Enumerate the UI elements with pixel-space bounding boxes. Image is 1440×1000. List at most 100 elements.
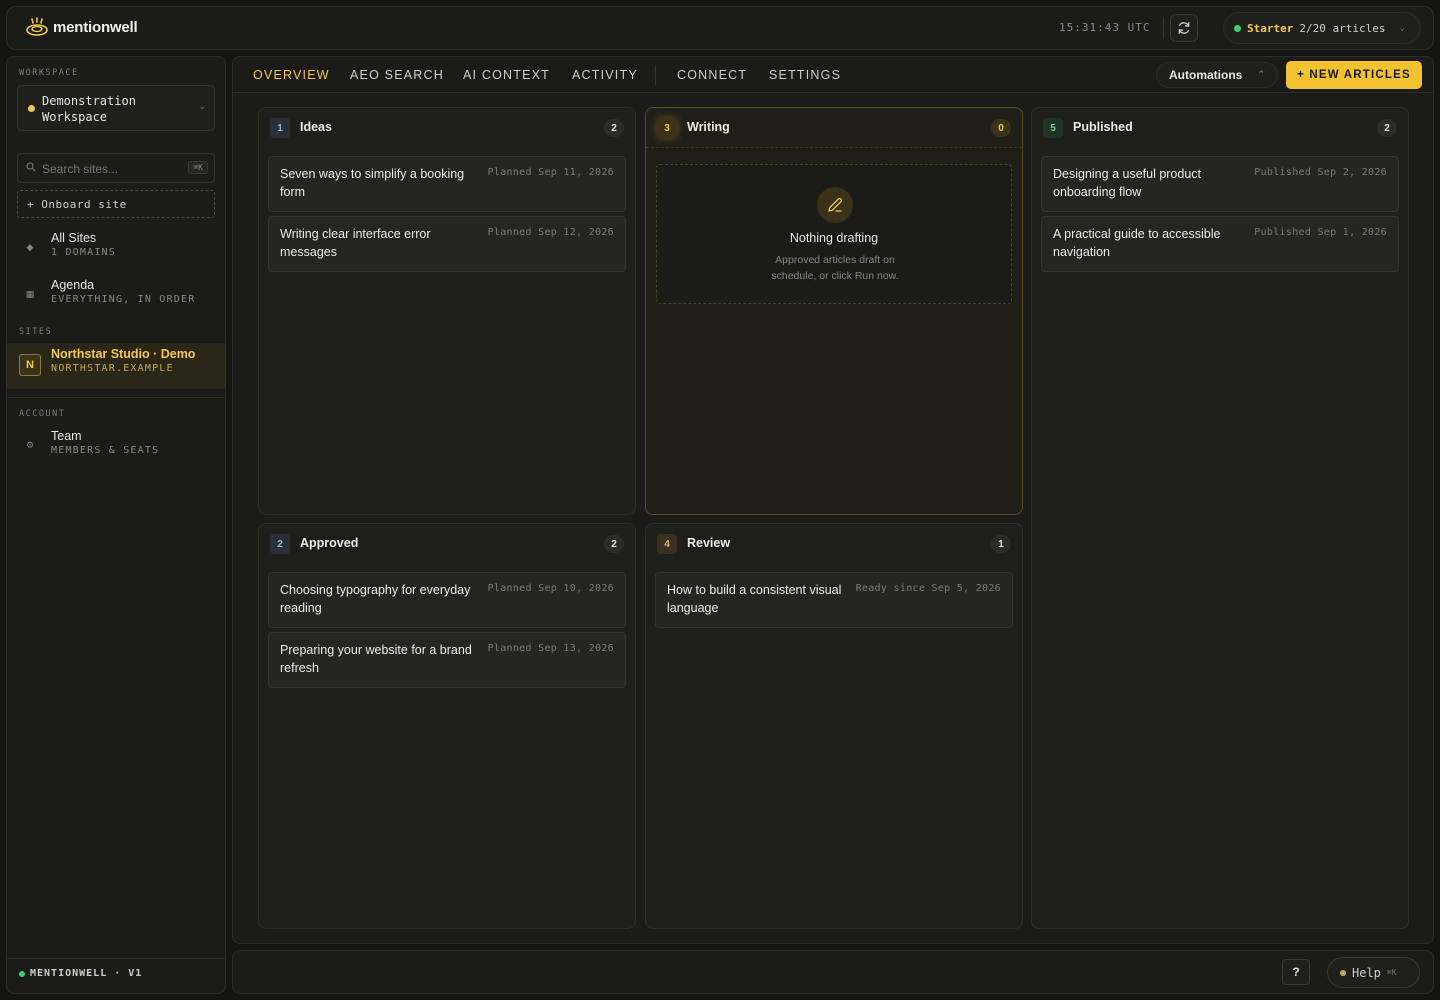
stage-number: 2 [270,534,290,554]
article-title: A practical guide to accessible navigati… [1053,227,1221,259]
article-card[interactable]: How to build a consistent visual languag… [655,572,1013,628]
utc-clock: 15:31:43 UTC [1059,21,1151,34]
column-title: Published [1073,120,1133,134]
onboard-site-button[interactable]: + Onboard site [17,190,215,218]
site-domain: NORTHSTAR.EXAMPLE [51,363,174,374]
nav-all-sites[interactable]: ◆ All Sites 1 DOMAINS [7,227,225,271]
plan-usage-pill[interactable]: Starter 2/20 articles ⌄ [1223,12,1421,44]
article-date: Published Sep 2, 2026 [1254,167,1387,178]
version-footer: MENTIONWELL · V1 [19,968,142,979]
nav-agenda[interactable]: ▦ Agenda EVERYTHING, IN ORDER [7,274,225,318]
column-title: Ideas [300,120,332,134]
help-label: Help [1352,965,1381,980]
article-card[interactable]: Choosing typography for everyday reading… [268,572,626,628]
nav-subtitle: MEMBERS & SEATS [51,445,160,456]
divider [655,65,656,85]
site-title: Northstar Studio · Demo [51,347,196,361]
article-card[interactable]: Writing clear interface error messages P… [268,216,626,272]
article-title: Preparing your website for a brand refre… [280,643,472,675]
empty-title: Nothing drafting [789,231,879,245]
column-header: 5 Published 2 [1032,108,1408,148]
chevron-down-icon: ⌄ [1399,23,1405,33]
column-count: 2 [604,119,624,137]
column-count: 1 [991,535,1011,553]
chevron-down-icon: ⌄ [198,101,206,111]
tab-bar: OVERVIEW AEO SEARCH AI CONTEXT ACTIVITY … [233,57,1433,93]
shortcuts-button[interactable]: ? [1282,959,1310,985]
nav-title: Agenda [51,278,95,292]
sites-label: SITES [19,327,53,337]
tab-connect[interactable]: CONNECT [677,68,747,82]
new-articles-button[interactable]: + NEW ARTICLES [1286,61,1422,89]
article-card[interactable]: Seven ways to simplify a booking form Pl… [268,156,626,212]
bottom-bar: ? Help ⌘K [232,950,1434,994]
tab-activity[interactable]: ACTIVITY [572,68,638,82]
empty-description: Approved articles draft on schedule, or … [771,254,899,282]
article-date: Planned Sep 11, 2026 [487,167,614,178]
article-card[interactable]: Designing a useful product onboarding fl… [1041,156,1399,212]
article-date: Planned Sep 12, 2026 [487,227,614,238]
refresh-button[interactable] [1170,14,1198,42]
chevron-up-icon: ⌃ [1257,69,1265,79]
column-header: 1 Ideas 2 [259,108,635,148]
article-title: Choosing typography for everyday reading [280,583,471,615]
plan-name: Starter [1247,21,1294,35]
workspace-label: WORKSPACE [19,68,79,78]
column-count: 2 [1377,119,1397,137]
column-count: 0 [991,119,1011,137]
tab-overview[interactable]: OVERVIEW [253,68,330,82]
logo-mark-icon [25,17,49,37]
plan-usage: 2/20 articles [1299,21,1386,35]
article-title: Designing a useful product onboarding fl… [1053,167,1202,199]
article-date: Ready since Sep 5, 2026 [855,583,1001,594]
team-icon: ⚙ [25,439,35,450]
calendar-icon: ▦ [25,288,35,299]
column-header: 4 Review 1 [646,524,1022,564]
article-title: Seven ways to simplify a booking form [280,167,465,199]
stage-number: 3 [657,118,677,138]
divider [7,958,225,959]
stage-number: 5 [1043,118,1063,138]
version-label: MENTIONWELL · V1 [30,968,143,979]
automations-button[interactable]: Automations ⌃ [1156,62,1278,88]
brand-logo[interactable]: mentionwell [25,17,138,37]
workspace-name: Demonstration Workspace [42,94,136,124]
tab-aeo-search[interactable]: AEO SEARCH [350,68,444,82]
nav-title: Team [51,429,82,443]
column-approved: 2 Approved 2 Choosing typography for eve… [258,523,636,929]
workspace-select[interactable]: Demonstration Workspace ⌄ [17,85,215,131]
divider [7,397,225,398]
article-title: Writing clear interface error messages [280,227,431,259]
status-dot [1234,24,1241,32]
empty-state: Nothing drafting Approved articles draft… [656,164,1012,304]
column-review: 4 Review 1 How to build a consistent vis… [645,523,1023,929]
column-ideas: 1 Ideas 2 Seven ways to simplify a booki… [258,107,636,515]
column-count: 2 [604,535,624,553]
column-published: 5 Published 2 Designing a useful product… [1031,107,1409,929]
article-card[interactable]: Preparing your website for a brand refre… [268,632,626,688]
workspace-dot [28,105,35,112]
divider [1163,17,1164,39]
nav-team[interactable]: ⚙ Team MEMBERS & SEATS [7,425,225,469]
column-header: 3 Writing 0 [646,108,1022,148]
nav-subtitle: EVERYTHING, IN ORDER [51,294,196,305]
column-writing: 3 Writing 0 Nothing drafting Approved ar… [645,107,1023,515]
search-placeholder: Search sites... [42,162,119,176]
column-title: Writing [687,120,730,134]
tab-settings[interactable]: SETTINGS [769,68,841,82]
diamond-icon: ◆ [26,241,34,252]
refresh-icon [1178,22,1190,34]
article-card[interactable]: A practical guide to accessible navigati… [1041,216,1399,272]
help-dot [1340,969,1346,976]
help-shortcut: ⌘K [1386,968,1397,977]
search-sites-input[interactable]: Search sites... ⌘K [17,153,215,183]
article-date: Published Sep 1, 2026 [1254,227,1387,238]
column-header: 2 Approved 2 [259,524,635,564]
search-shortcut: ⌘K [188,161,208,174]
site-northstar[interactable]: N Northstar Studio · Demo NORTHSTAR.EXAM… [7,343,225,389]
help-button[interactable]: Help ⌘K [1327,957,1420,988]
main-panel: OVERVIEW AEO SEARCH AI CONTEXT ACTIVITY … [232,56,1434,944]
article-date: Planned Sep 10, 2026 [487,583,614,594]
tab-ai-context[interactable]: AI CONTEXT [463,68,550,82]
nav-subtitle: 1 DOMAINS [51,247,116,258]
